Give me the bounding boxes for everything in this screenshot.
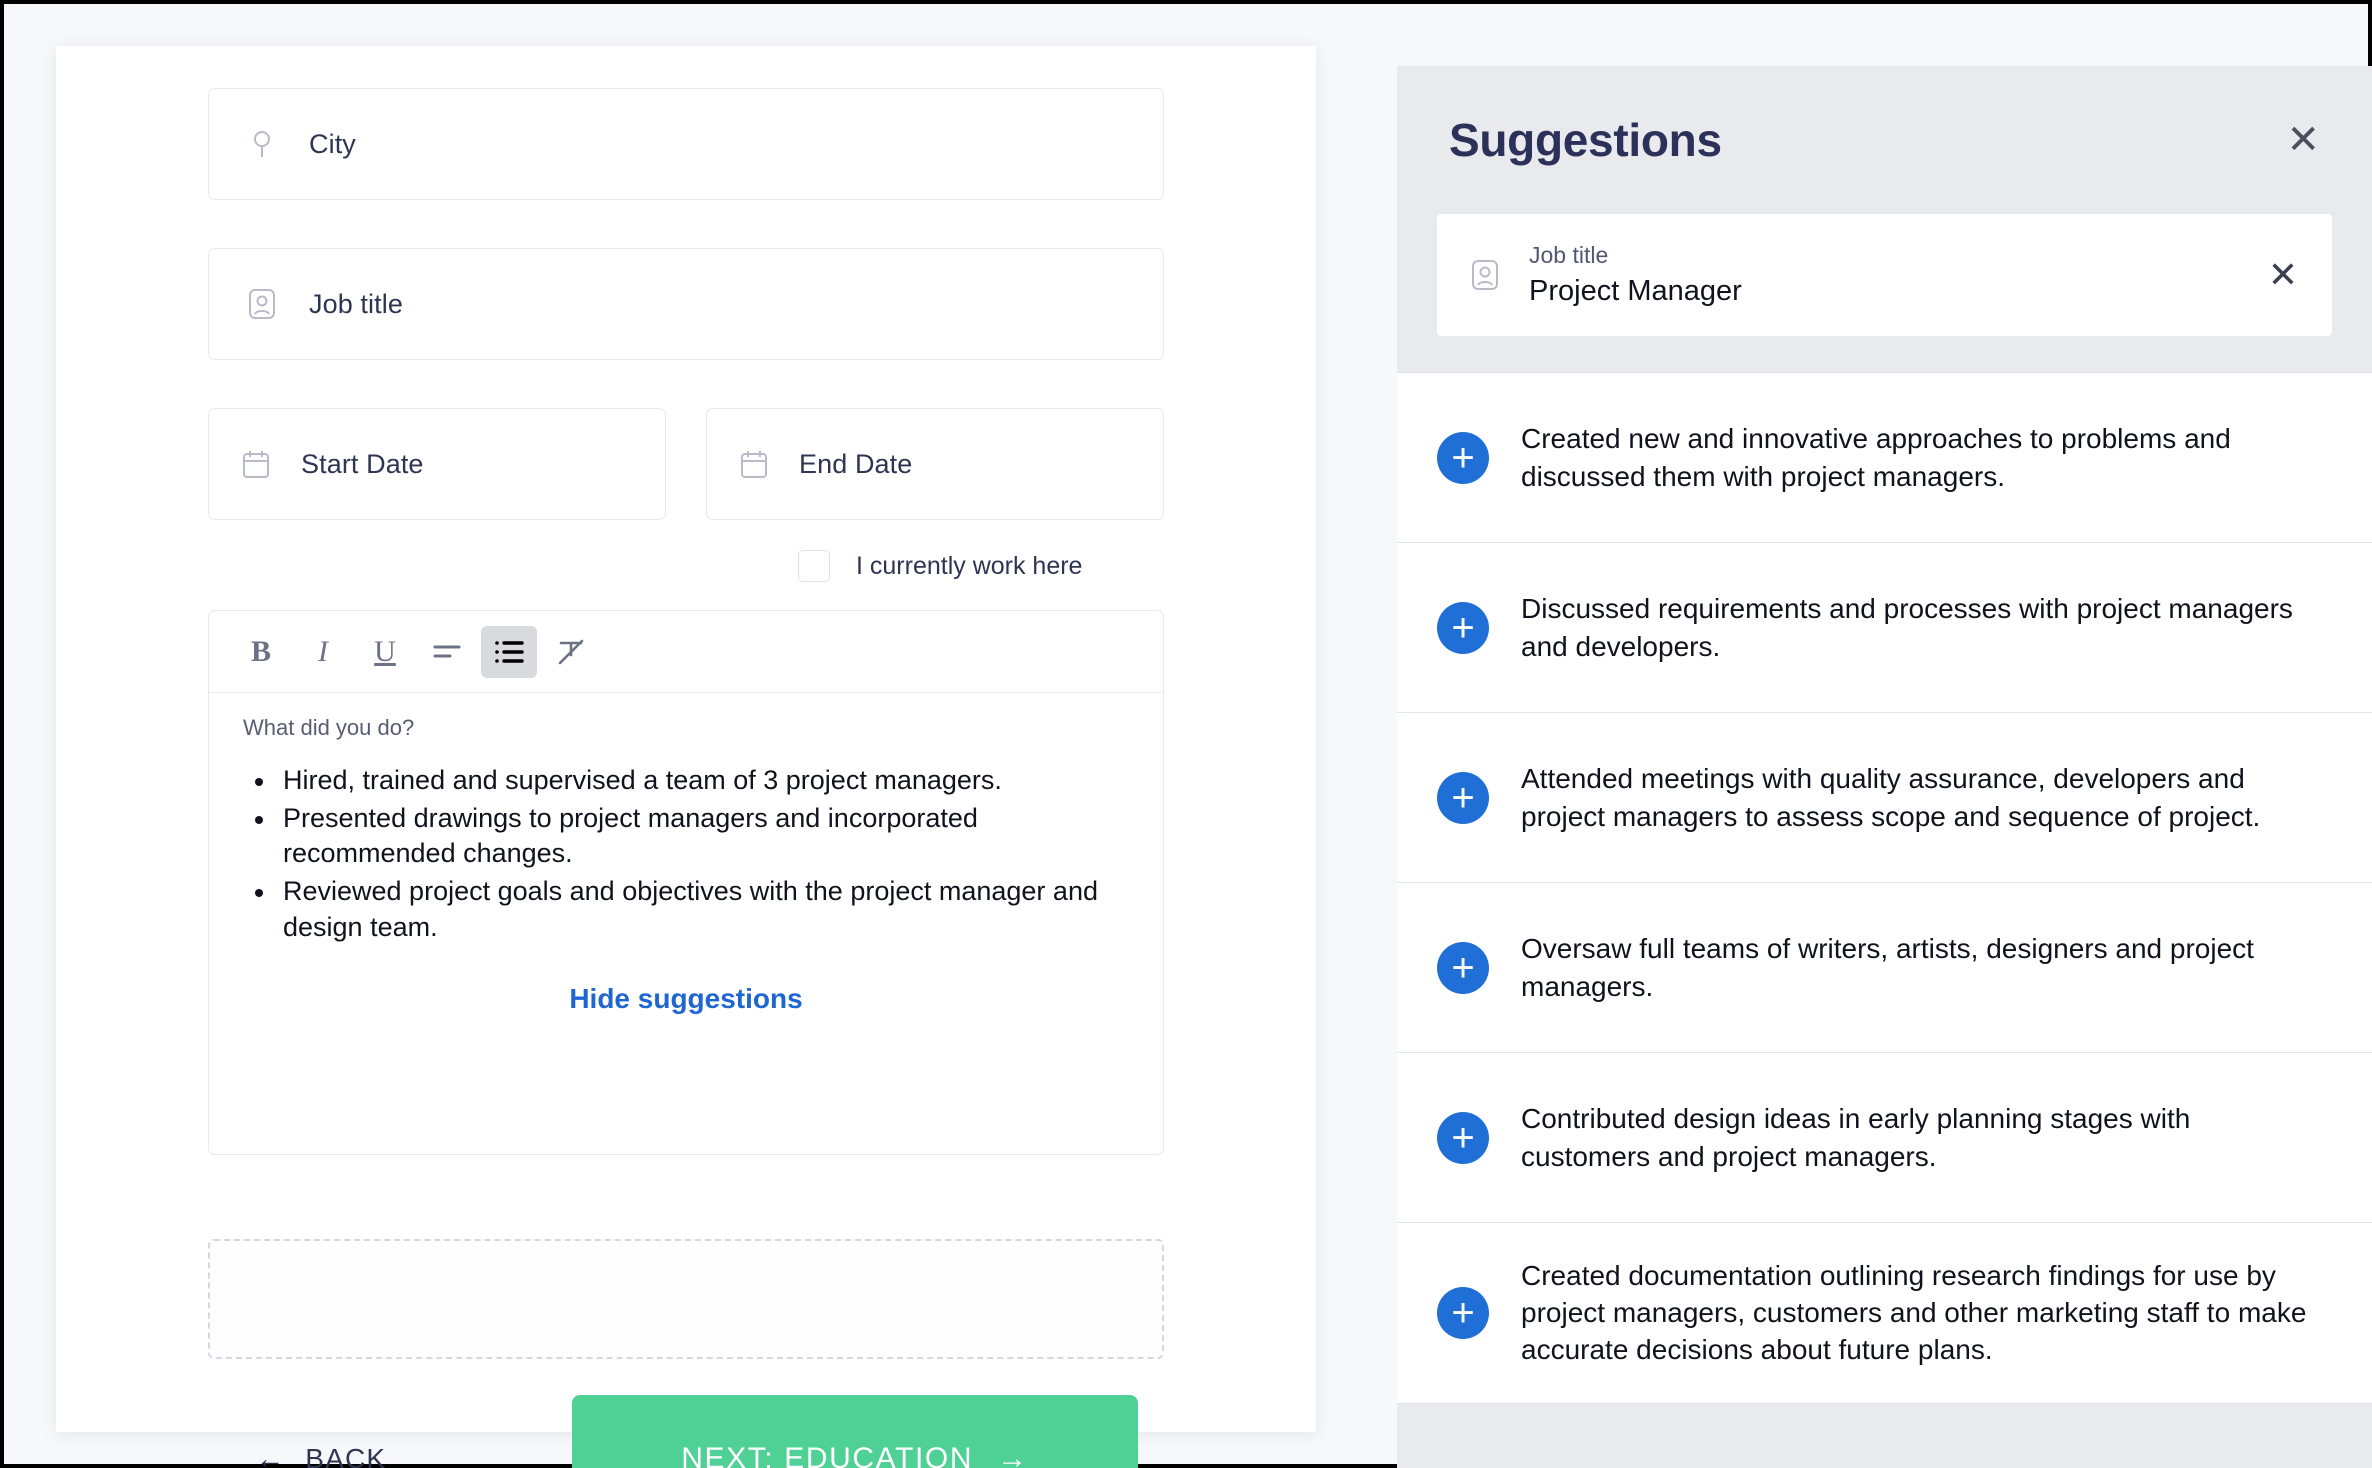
underline-button[interactable]: U: [357, 626, 413, 678]
suggestion-item[interactable]: + Oversaw full teams of writers, artists…: [1397, 883, 2372, 1053]
add-suggestion-icon[interactable]: +: [1437, 1286, 1489, 1339]
suggestion-text: Contributed design ideas in early planni…: [1521, 1103, 2191, 1172]
suggestion-text: Attended meetings with quality assurance…: [1521, 763, 2261, 832]
align-left-icon[interactable]: [419, 626, 475, 678]
calendar-icon: [239, 447, 273, 481]
resume-form-card: City Job title Start Date End Date I cur…: [56, 46, 1316, 1468]
back-button-label: BACK: [305, 1443, 387, 1468]
location-pin-icon: [245, 127, 279, 161]
job-title-field-label: Job title: [309, 288, 403, 319]
close-icon[interactable]: ✕: [2286, 120, 2320, 160]
suggestion-text: Created new and innovative approaches to…: [1521, 423, 2231, 492]
end-date-label: End Date: [799, 448, 913, 479]
editor-bullet: Hired, trained and supervised a team of …: [243, 763, 1129, 799]
clear-job-title-icon[interactable]: ✕: [2268, 257, 2298, 293]
job-card-value: Project Manager: [1529, 275, 1742, 307]
form-fields-container: City Job title Start Date End Date I cur…: [56, 46, 1316, 1468]
add-entry-placeholder[interactable]: [208, 1239, 1164, 1359]
suggestion-text: Discussed requirements and processes wit…: [1521, 593, 2293, 662]
italic-button[interactable]: I: [295, 626, 351, 678]
add-suggestion-icon[interactable]: +: [1437, 431, 1489, 484]
italic-glyph: I: [318, 634, 328, 668]
suggestions-title: Suggestions: [1449, 114, 1722, 166]
back-button[interactable]: ← BACK: [256, 1443, 386, 1468]
next-education-button[interactable]: NEXT: EDUCATION →: [572, 1395, 1138, 1468]
arrow-right-icon: →: [997, 1442, 1029, 1468]
city-field-label: City: [309, 128, 356, 159]
bold-glyph: B: [250, 634, 271, 668]
page-root: City Job title Start Date End Date I cur…: [4, 4, 2372, 1468]
calendar-icon: [737, 447, 771, 481]
description-editor: B I U What did you do? Hired, trained an…: [208, 610, 1164, 1155]
currently-work-row[interactable]: I currently work here: [208, 550, 1164, 582]
add-suggestion-icon[interactable]: +: [1437, 941, 1489, 994]
next-button-label: NEXT: EDUCATION: [681, 1442, 974, 1468]
editor-hint: What did you do?: [243, 715, 415, 740]
editor-bullet-list: Hired, trained and supervised a team of …: [243, 763, 1129, 945]
underline-glyph: U: [374, 634, 396, 668]
suggestion-item[interactable]: + Attended meetings with quality assuran…: [1397, 713, 2372, 883]
city-field[interactable]: City: [208, 88, 1164, 200]
suggestion-item[interactable]: + Contributed design ideas in early plan…: [1397, 1053, 2372, 1223]
editor-body[interactable]: What did you do? Hired, trained and supe…: [209, 693, 1163, 1154]
editor-bullet: Reviewed project goals and objectives wi…: [243, 874, 1129, 945]
end-date-field[interactable]: End Date: [706, 408, 1164, 520]
suggestions-header: Suggestions ✕: [1397, 66, 2372, 214]
job-title-icon: [1467, 257, 1503, 293]
editor-toolbar: B I U: [209, 611, 1163, 693]
currently-work-checkbox[interactable]: [798, 550, 830, 582]
form-navigation: ← BACK NEXT: EDUCATION →: [208, 1395, 1164, 1468]
job-title-icon: [245, 287, 279, 321]
add-suggestion-icon[interactable]: +: [1437, 601, 1489, 654]
suggestion-item[interactable]: + Created new and innovative approaches …: [1397, 373, 2372, 543]
hide-suggestions-link[interactable]: Hide suggestions: [243, 947, 1129, 1015]
bold-button[interactable]: B: [233, 626, 289, 678]
suggestion-item[interactable]: + Created documentation outlining resear…: [1397, 1223, 2372, 1404]
suggestion-item[interactable]: + Discussed requirements and processes w…: [1397, 543, 2372, 713]
suggestion-text: Created documentation outlining research…: [1521, 1260, 2307, 1366]
date-row: Start Date End Date: [208, 408, 1164, 520]
suggestion-text: Oversaw full teams of writers, artists, …: [1521, 933, 2254, 1002]
currently-work-label: I currently work here: [856, 551, 1083, 580]
start-date-field[interactable]: Start Date: [208, 408, 666, 520]
bullet-list-icon[interactable]: [481, 625, 537, 678]
editor-bullet: Presented drawings to project managers a…: [243, 801, 1129, 872]
arrow-left-icon: ←: [256, 1443, 286, 1468]
start-date-label: Start Date: [301, 448, 424, 479]
job-title-suggestion-card: Job title Project Manager ✕: [1437, 214, 2332, 336]
suggestions-panel: Suggestions ✕ Job title Project Manager …: [1397, 66, 2372, 1468]
job-card-label: Job title: [1529, 242, 1609, 268]
clear-formatting-icon[interactable]: [543, 626, 599, 678]
suggestions-list: + Created new and innovative approaches …: [1397, 372, 2372, 1404]
add-suggestion-icon[interactable]: +: [1437, 1111, 1489, 1164]
job-card-text: Job title Project Manager: [1529, 242, 1742, 308]
add-suggestion-icon[interactable]: +: [1437, 771, 1489, 824]
job-title-field[interactable]: Job title: [208, 248, 1164, 360]
